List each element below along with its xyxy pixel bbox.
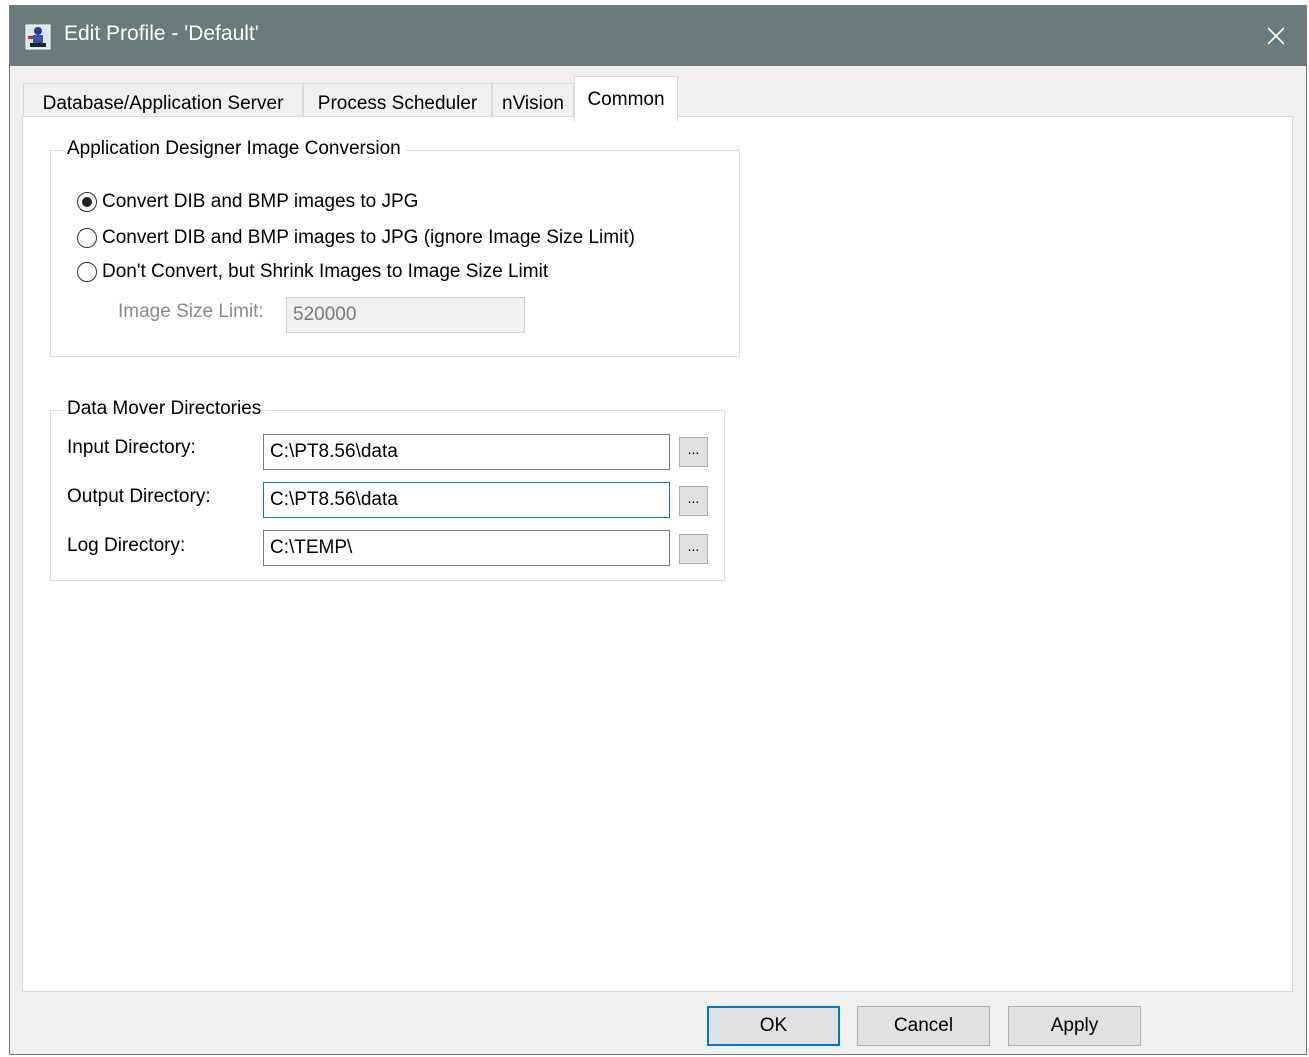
image-size-limit-field: 520000 [286,297,525,333]
tab-label: Process Scheduler [317,93,478,114]
tab-common[interactable]: Common [574,76,678,122]
radio-selected-dot [82,197,92,207]
image-size-limit-label: Image Size Limit: [118,301,264,322]
output-directory-label: Output Directory: [67,486,211,507]
radio-label: Don't Convert, but Shrink Images to Imag… [102,261,549,282]
output-directory-field[interactable]: C:\PT8.56\data [263,482,670,518]
input-directory-field[interactable]: C:\PT8.56\data [263,434,670,470]
tab-label: Common [587,89,665,110]
radio-dont-convert-shrink[interactable]: Don't Convert, but Shrink Images to Imag… [77,261,548,283]
radio-convert-jpg-ignore-limit[interactable]: Convert DIB and BMP images to JPG (ignor… [77,227,635,249]
tab-label: Database/Application Server [42,93,284,114]
tab-label: nVision [502,93,564,114]
radio-convert-jpg[interactable]: Convert DIB and BMP images to JPG [77,191,418,213]
title-bar[interactable]: Edit Profile - 'Default' [10,6,1306,66]
close-button[interactable] [1246,6,1306,66]
app-icon [25,24,51,50]
log-directory-browse-button[interactable]: ... [679,534,708,564]
log-directory-label: Log Directory: [67,535,186,556]
radio-label: Convert DIB and BMP images to JPG (ignor… [102,227,635,248]
edit-profile-dialog: Edit Profile - 'Default' Database/Applic… [9,5,1307,1055]
input-directory-browse-button[interactable]: ... [679,437,708,467]
cancel-button[interactable]: Cancel [857,1006,990,1046]
input-directory-label: Input Directory: [67,437,196,458]
output-directory-browse-button[interactable]: ... [679,486,708,516]
radio-button[interactable] [77,262,97,282]
group-title: Application Designer Image Conversion [63,138,405,160]
close-icon [1267,27,1285,45]
radio-label: Convert DIB and BMP images to JPG [102,191,419,212]
log-directory-field[interactable]: C:\TEMP\ [263,530,670,566]
radio-button[interactable] [77,228,97,248]
window-title: Edit Profile - 'Default' [64,22,259,45]
data-mover-directories-group: Data Mover Directories Input Directory: … [50,398,725,581]
apply-button[interactable]: Apply [1008,1006,1141,1046]
radio-button[interactable] [77,192,97,212]
ok-button[interactable]: OK [707,1006,840,1046]
image-conversion-group: Application Designer Image Conversion Co… [50,138,740,357]
tab-panel-common: Application Designer Image Conversion Co… [22,116,1293,992]
group-title: Data Mover Directories [63,398,266,420]
